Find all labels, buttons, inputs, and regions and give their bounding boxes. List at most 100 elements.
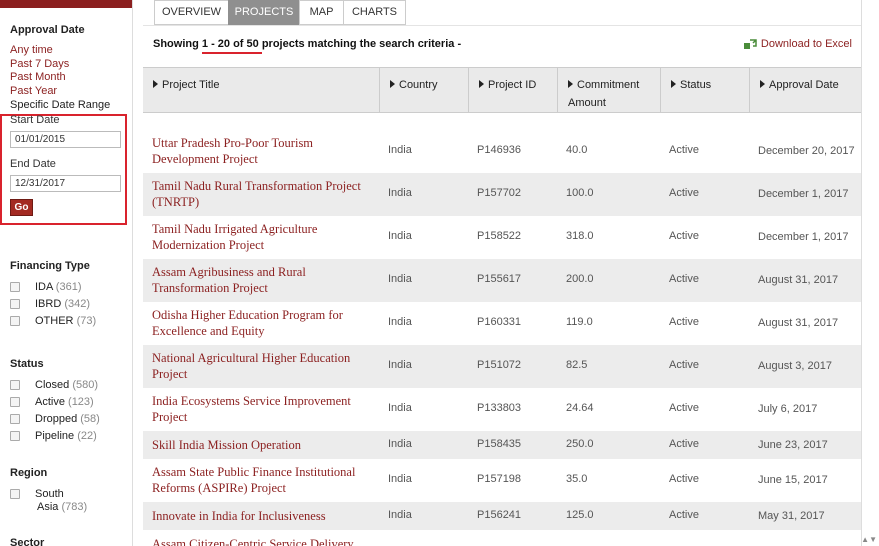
status-pipeline-option[interactable]: Pipeline (22) — [10, 429, 97, 443]
end-date-label: End Date — [10, 158, 56, 170]
excel-download-icon — [743, 39, 757, 50]
date-filter-past-month[interactable]: Past Month — [10, 71, 66, 83]
option-count: (783) — [61, 501, 88, 513]
project-title-link[interactable]: Innovate in India for Inclusiveness — [152, 508, 377, 524]
approval-date-cell: June 23, 2017 — [758, 439, 828, 451]
project-title-link[interactable]: Tamil Nadu Irrigated Agriculture Moderni… — [152, 221, 377, 253]
summary-prefix: Showing — [153, 38, 202, 50]
project-title-link[interactable]: Assam State Public Finance Institutional… — [152, 464, 377, 496]
go-button[interactable]: Go — [10, 199, 33, 216]
checkbox[interactable] — [10, 282, 20, 293]
download-excel-link[interactable]: Download to Excel — [743, 38, 852, 50]
status-active-option[interactable]: Active (123) — [10, 395, 94, 409]
status-cell: Active — [669, 316, 699, 328]
summary-range: 1 - 20 of 50 — [201, 38, 262, 54]
commitment-amount-cell: 119.0 — [566, 316, 593, 328]
column-label: Status — [680, 79, 712, 91]
table-row: India Ecosystems Service Improvement Pro… — [143, 388, 862, 431]
project-id-cell: P158435 — [477, 438, 522, 450]
column-header-project-title[interactable]: Project Title — [143, 68, 380, 113]
checkbox[interactable] — [10, 380, 20, 391]
status-cell: Active — [669, 402, 699, 414]
country-cell: India — [388, 509, 412, 521]
checkbox[interactable] — [10, 489, 20, 500]
status-dropped-option[interactable]: Dropped (58) — [10, 412, 100, 426]
region-south-asia-option[interactable]: South — [10, 487, 64, 501]
option-label: OTHER — [35, 315, 74, 327]
column-label: Project ID — [488, 79, 537, 91]
commitment-amount-cell: 250.0 — [566, 438, 594, 450]
start-date-input[interactable] — [10, 131, 121, 148]
project-title-link[interactable]: National Agricultural Higher Education P… — [152, 350, 377, 382]
checkbox[interactable] — [10, 316, 20, 327]
end-date-input[interactable] — [10, 175, 121, 192]
option-count: (580) — [72, 379, 98, 391]
sidebar-top-bar — [0, 0, 132, 8]
option-count: (73) — [76, 315, 97, 327]
sort-arrow-icon — [568, 80, 573, 88]
column-header-approval-date[interactable]: Approval Date — [750, 68, 862, 113]
approval-date-cell: June 15, 2017 — [758, 474, 828, 486]
commitment-amount-cell: 100.0 — [566, 187, 594, 199]
project-id-cell: P157702 — [477, 187, 522, 199]
column-header-country[interactable]: Country — [380, 68, 469, 113]
checkbox[interactable] — [10, 299, 20, 310]
date-filter-any-time[interactable]: Any time — [10, 44, 53, 56]
date-filter-past-year[interactable]: Past Year — [10, 85, 57, 97]
table-row: Uttar Pradesh Pro-Poor Tourism Developme… — [143, 130, 862, 173]
projects-table-body: Uttar Pradesh Pro-Poor Tourism Developme… — [143, 113, 862, 546]
tab-charts[interactable]: CHARTS — [343, 0, 406, 25]
project-title-link[interactable]: Assam Citizen-Centric Service Delivery — [152, 536, 377, 546]
option-label: Dropped — [35, 413, 78, 425]
approval-date-cell: August 31, 2017 — [758, 274, 839, 286]
project-title-link[interactable]: Odisha Higher Education Program for Exce… — [152, 307, 377, 339]
country-cell: India — [388, 316, 412, 328]
project-title-link[interactable]: Assam Agribusiness and Rural Transformat… — [152, 264, 377, 296]
status-closed-option[interactable]: Closed (580) — [10, 378, 98, 392]
country-cell: India — [388, 187, 412, 199]
country-cell: India — [388, 402, 412, 414]
approval-date-cell: December 20, 2017 — [758, 145, 855, 157]
project-title-link[interactable]: India Ecosystems Service Improvement Pro… — [152, 393, 377, 425]
option-label: South — [35, 488, 64, 500]
commitment-amount-cell: 35.0 — [566, 473, 588, 485]
status-heading: Status — [10, 358, 44, 370]
table-row: National Agricultural Higher Education P… — [143, 345, 862, 388]
summary-suffix: projects matching the search criteria - — [261, 38, 462, 50]
column-header-commitment-amount[interactable]: Commitment Amount — [558, 68, 661, 113]
sort-arrow-icon — [760, 80, 765, 88]
project-title-link[interactable]: Skill India Mission Operation — [152, 437, 377, 453]
checkbox[interactable] — [10, 414, 20, 425]
project-id-cell: P158522 — [477, 230, 522, 242]
column-label: Commitment Amount — [568, 79, 640, 109]
commitment-amount-cell: 200.0 — [566, 273, 594, 285]
option-label: IDA — [35, 281, 53, 293]
tab-overview[interactable]: OVERVIEW — [154, 0, 229, 25]
column-header-status[interactable]: Status — [661, 68, 750, 113]
tab-map[interactable]: MAP — [299, 0, 344, 25]
scroll-arrows-icon[interactable]: ▲▼ — [861, 535, 877, 544]
tab-projects[interactable]: PROJECTS — [228, 0, 300, 25]
financing-ibrd-option[interactable]: IBRD (342) — [10, 297, 90, 311]
project-title-link[interactable]: Uttar Pradesh Pro-Poor Tourism Developme… — [152, 135, 377, 167]
country-cell: India — [388, 473, 412, 485]
checkbox[interactable] — [10, 397, 20, 408]
country-cell: India — [388, 273, 412, 285]
column-header-project-id[interactable]: Project ID — [469, 68, 558, 113]
option-count: (342) — [64, 298, 91, 310]
status-cell: Active — [669, 187, 699, 199]
financing-ida-option[interactable]: IDA (361) — [10, 280, 81, 294]
financing-other-option[interactable]: OTHER (73) — [10, 314, 96, 328]
column-label: Country — [399, 79, 438, 91]
results-summary: Showing 1 - 20 of 50 projects matching t… — [153, 38, 462, 54]
option-label: IBRD — [35, 298, 62, 310]
date-filter-past-7-days[interactable]: Past 7 Days — [10, 58, 69, 70]
checkbox[interactable] — [10, 431, 20, 442]
option-count: (361) — [55, 281, 82, 293]
column-label: Approval Date — [769, 79, 839, 91]
sort-arrow-icon — [153, 80, 158, 88]
approval-date-cell: December 1, 2017 — [758, 231, 849, 243]
financing-type-heading: Financing Type — [10, 260, 90, 272]
project-title-link[interactable]: Tamil Nadu Rural Transformation Project … — [152, 178, 377, 210]
sector-heading: Sector — [10, 537, 45, 546]
